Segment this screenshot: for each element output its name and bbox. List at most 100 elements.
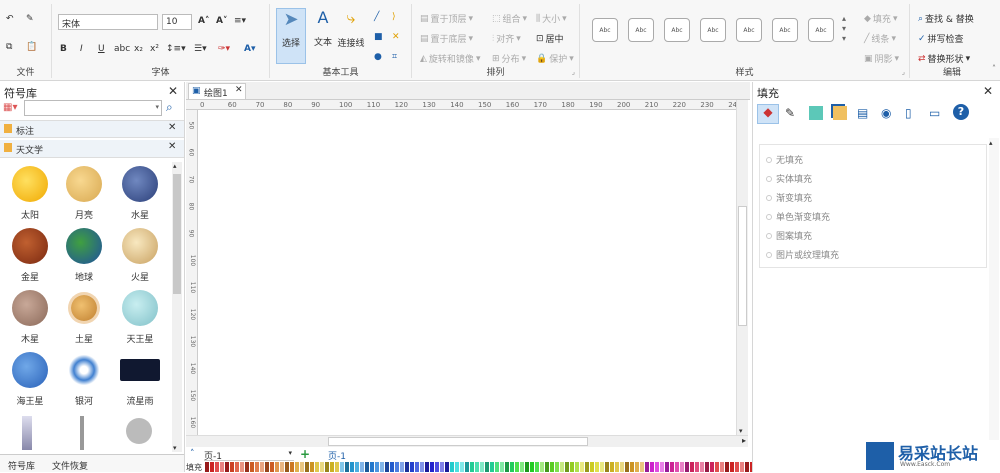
- color-swatch[interactable]: [235, 462, 239, 472]
- document-tab[interactable]: ▣ 绘图1 ✕: [188, 83, 246, 99]
- color-swatch[interactable]: [660, 462, 664, 472]
- ellipse-tool-icon[interactable]: ●: [374, 52, 382, 62]
- undo-icon[interactable]: ↶: [6, 14, 14, 24]
- symbol-saturn[interactable]: 土星: [54, 290, 114, 345]
- underline-button[interactable]: U: [98, 44, 105, 54]
- color-swatch[interactable]: [650, 462, 654, 472]
- shadow-tab-icon[interactable]: [809, 106, 823, 120]
- color-swatch[interactable]: [440, 462, 444, 472]
- color-swatch[interactable]: [700, 462, 704, 472]
- color-swatch[interactable]: [260, 462, 264, 472]
- color-swatch[interactable]: [310, 462, 314, 472]
- shadow-button[interactable]: ▣ 阴影 ▾: [864, 52, 899, 66]
- color-swatch[interactable]: [500, 462, 504, 472]
- fill-option-pattern[interactable]: 图案填充: [766, 229, 812, 242]
- close-library-icon[interactable]: ✕: [168, 84, 178, 98]
- layer-tab-icon[interactable]: [833, 106, 847, 120]
- symbol-sun[interactable]: 太阳: [0, 166, 60, 221]
- color-swatch[interactable]: [360, 462, 364, 472]
- scroll-up-icon[interactable]: ▴: [173, 162, 177, 170]
- bold-button[interactable]: B: [60, 44, 67, 54]
- paste-icon[interactable]: 📋: [26, 42, 37, 52]
- color-swatch[interactable]: [405, 462, 409, 472]
- color-swatch[interactable]: [580, 462, 584, 472]
- color-swatch[interactable]: [675, 462, 679, 472]
- italic-button[interactable]: I: [80, 44, 83, 54]
- color-swatch[interactable]: [615, 462, 619, 472]
- comment-tab-icon[interactable]: ▭: [929, 106, 940, 120]
- page-tab[interactable]: 页-1: [328, 449, 346, 462]
- color-swatch[interactable]: [735, 462, 739, 472]
- close-tab-icon[interactable]: ✕: [235, 85, 243, 95]
- color-swatch[interactable]: [395, 462, 399, 472]
- color-swatch[interactable]: [595, 462, 599, 472]
- color-swatch[interactable]: [560, 462, 564, 472]
- color-swatch[interactable]: [610, 462, 614, 472]
- protect-button[interactable]: 🔒 保护 ▾: [536, 52, 574, 66]
- style-preset-2[interactable]: Abc: [628, 18, 654, 42]
- color-swatch[interactable]: [665, 462, 669, 472]
- color-swatch[interactable]: [530, 462, 534, 472]
- color-swatch[interactable]: [300, 462, 304, 472]
- color-swatch[interactable]: [535, 462, 539, 472]
- category-callouts[interactable]: 标注 ✕: [0, 120, 184, 138]
- color-swatch[interactable]: [215, 462, 219, 472]
- distribute-button[interactable]: ⊞ 分布 ▾: [492, 52, 526, 66]
- color-swatch[interactable]: [695, 462, 699, 472]
- globe-tab-icon[interactable]: ◉: [881, 106, 891, 120]
- canvas-hscrollbar[interactable]: ▸: [186, 435, 748, 447]
- library-scrollbar[interactable]: ▴ ▾: [172, 162, 182, 452]
- color-swatch[interactable]: [350, 462, 354, 472]
- color-swatch[interactable]: [515, 462, 519, 472]
- color-swatch[interactable]: [655, 462, 659, 472]
- color-swatch[interactable]: [285, 462, 289, 472]
- color-swatch[interactable]: [480, 462, 484, 472]
- color-swatch[interactable]: [720, 462, 724, 472]
- symbol-mars[interactable]: 火星: [110, 228, 170, 283]
- color-swatch[interactable]: [625, 462, 629, 472]
- cross-tool-icon[interactable]: ✕: [392, 32, 400, 42]
- color-swatch[interactable]: [630, 462, 634, 472]
- color-swatch[interactable]: [435, 462, 439, 472]
- grow-font-button[interactable]: A˄: [198, 16, 209, 26]
- size-button[interactable]: ⫼ 大小 ▾: [536, 12, 567, 26]
- shrink-font-button[interactable]: A˅: [216, 16, 227, 26]
- color-swatch[interactable]: [275, 462, 279, 472]
- color-swatch[interactable]: [365, 462, 369, 472]
- color-swatch[interactable]: [645, 462, 649, 472]
- style-gallery-scroll[interactable]: ▴ ▾ ▾: [842, 14, 846, 44]
- style-preset-1[interactable]: Abc: [592, 18, 618, 42]
- line-tab-icon[interactable]: ✎: [785, 106, 795, 120]
- color-swatch[interactable]: [380, 462, 384, 472]
- bring-front-button[interactable]: ▤ 置于顶层 ▾: [420, 12, 473, 26]
- style-preset-4[interactable]: Abc: [700, 18, 726, 42]
- symbol-jupiter[interactable]: 木星: [0, 290, 60, 345]
- color-swatch[interactable]: [680, 462, 684, 472]
- rectangle-tool-icon[interactable]: ■: [374, 32, 383, 42]
- color-swatch[interactable]: [545, 462, 549, 472]
- canvas-vscrollbar[interactable]: ▾: [736, 100, 748, 435]
- color-swatch[interactable]: [725, 462, 729, 472]
- color-swatch[interactable]: [690, 462, 694, 472]
- tab-symbol-library[interactable]: 符号库: [8, 459, 35, 472]
- page-collapse-icon[interactable]: ˄: [190, 449, 195, 459]
- library-menu-icon[interactable]: ▦▾: [3, 102, 17, 113]
- style-preset-6[interactable]: Abc: [772, 18, 798, 42]
- fill-option-none[interactable]: 无填充: [766, 153, 803, 166]
- search-icon[interactable]: ⌕: [166, 100, 173, 115]
- document-tab-icon[interactable]: ▯: [905, 106, 912, 120]
- symbol-earth[interactable]: 地球: [54, 228, 114, 283]
- color-swatch[interactable]: [710, 462, 714, 472]
- color-swatch[interactable]: [220, 462, 224, 472]
- color-swatch[interactable]: [485, 462, 489, 472]
- close-category-icon[interactable]: ✕: [168, 141, 176, 152]
- color-swatch[interactable]: [425, 462, 429, 472]
- style-preset-7[interactable]: Abc: [808, 18, 834, 42]
- color-swatch[interactable]: [620, 462, 624, 472]
- color-swatch[interactable]: [270, 462, 274, 472]
- color-swatch[interactable]: [255, 462, 259, 472]
- drawing-canvas[interactable]: [199, 111, 736, 435]
- color-swatch[interactable]: [705, 462, 709, 472]
- find-replace-button[interactable]: ⌕ 查找 & 替换: [918, 12, 974, 26]
- highlight-icon[interactable]: ✑▾: [218, 44, 230, 54]
